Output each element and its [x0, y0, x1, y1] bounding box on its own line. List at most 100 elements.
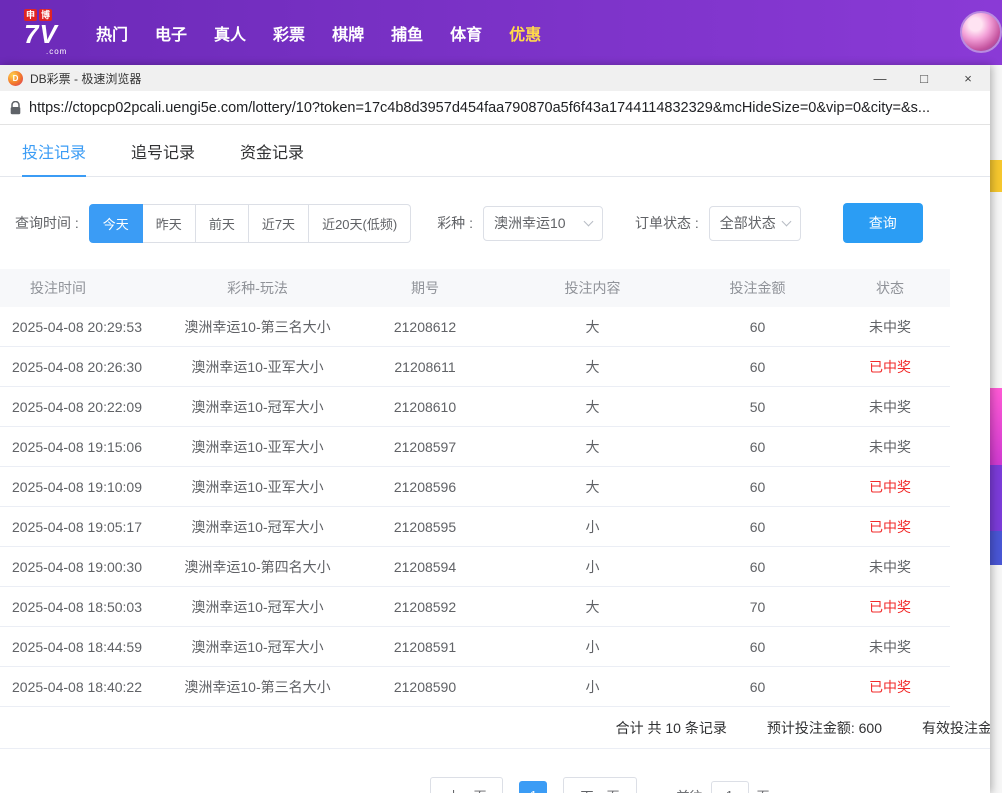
issue-number-cell: 21208591 [350, 639, 500, 655]
bet-content-cell: 大 [500, 357, 685, 377]
close-button[interactable]: × [946, 65, 990, 91]
pagination: 上一页 1 下一页 前往 页 [0, 777, 990, 793]
nav-item[interactable]: 真人 [214, 21, 246, 45]
bet-amount-cell: 50 [685, 399, 830, 415]
minimize-button[interactable]: — [858, 65, 902, 91]
table-header-cell: 投注金额 [685, 278, 830, 298]
issue-number-cell: 21208612 [350, 319, 500, 335]
table-row: 2025-04-08 19:10:09 澳洲幸运10-亚军大小 21208596… [0, 467, 950, 507]
bet-time-cell: 2025-04-08 19:00:30 [0, 559, 165, 575]
status-cell: 未中奖 [830, 317, 950, 337]
bet-records-table: 投注时间 彩种-玩法 期号 投注内容 投注金额 状态 2025-04-08 20… [0, 269, 990, 707]
lottery-play-cell: 澳洲幸运10-冠军大小 [165, 397, 350, 417]
total-records-text: 合计 共 10 条记录 [616, 718, 727, 738]
issue-number-cell: 21208610 [350, 399, 500, 415]
bet-content-cell: 小 [500, 557, 685, 577]
site-top-nav: 申 博 7V .com 热门 电子 真人 彩票 棋牌 捕鱼 体育 优惠 [0, 0, 1002, 65]
expected-amount-text: 预计投注金额: 600 [767, 718, 882, 738]
table-row: 2025-04-08 20:22:09 澳洲幸运10-冠军大小 21208610… [0, 387, 950, 427]
order-status-select[interactable]: 全部状态 [709, 206, 801, 241]
lottery-play-cell: 澳洲幸运10-第三名大小 [165, 677, 350, 697]
lottery-select[interactable]: 澳洲幸运10 [483, 206, 603, 241]
time-filter-button[interactable]: 昨天 [143, 204, 196, 243]
time-filter-button[interactable]: 前天 [196, 204, 249, 243]
next-page-button[interactable]: 下一页 [563, 777, 636, 793]
time-filter-button[interactable]: 近7天 [249, 204, 309, 243]
status-filter-label: 订单状态 : [635, 213, 699, 233]
tab[interactable]: 追号记录 [131, 125, 195, 176]
lottery-play-cell: 澳洲幸运10-冠军大小 [165, 517, 350, 537]
bet-time-cell: 2025-04-08 20:22:09 [0, 399, 165, 415]
time-filter-button[interactable]: 今天 [89, 204, 143, 243]
nav-item[interactable]: 电子 [155, 21, 187, 45]
nav-item[interactable]: 优惠 [509, 21, 541, 45]
tab[interactable]: 资金记录 [240, 125, 304, 176]
issue-number-cell: 21208611 [350, 359, 500, 375]
bet-content-cell: 大 [500, 437, 685, 457]
table-header-row: 投注时间 彩种-玩法 期号 投注内容 投注金额 状态 [0, 269, 950, 307]
strip-yellow-block [990, 160, 1002, 192]
page-number-current[interactable]: 1 [519, 781, 547, 793]
url-text[interactable]: https://ctopcp02pcali.uengi5e.com/lotter… [29, 100, 930, 116]
bet-amount-cell: 70 [685, 599, 830, 615]
maximize-button[interactable]: □ [902, 65, 946, 91]
nav-item[interactable]: 热门 [96, 21, 128, 45]
issue-number-cell: 21208592 [350, 599, 500, 615]
time-filter-button[interactable]: 近20天(低频) [309, 204, 411, 243]
status-cell: 已中奖 [830, 477, 950, 497]
issue-number-cell: 21208597 [350, 439, 500, 455]
bet-content-cell: 小 [500, 637, 685, 657]
lottery-select-value: 澳洲幸运10 [494, 213, 566, 233]
table-header-cell: 期号 [350, 278, 500, 298]
search-button[interactable]: 查询 [843, 203, 923, 243]
status-cell: 已中奖 [830, 357, 950, 377]
time-filter-group: 今天 昨天 前天 近7天 近20天(低频) [89, 204, 411, 243]
bet-time-cell: 2025-04-08 20:26:30 [0, 359, 165, 375]
bet-time-cell: 2025-04-08 19:10:09 [0, 479, 165, 495]
lottery-play-cell: 澳洲幸运10-冠军大小 [165, 637, 350, 657]
browser-title-bar[interactable]: D DB彩票 - 极速浏览器 — □ × [0, 65, 990, 91]
bet-time-cell: 2025-04-08 19:05:17 [0, 519, 165, 535]
browser-app-icon: D [8, 71, 23, 86]
bet-time-cell: 2025-04-08 18:50:03 [0, 599, 165, 615]
table-row: 2025-04-08 20:29:53 澳洲幸运10-第三名大小 2120861… [0, 307, 950, 347]
bet-content-cell: 小 [500, 677, 685, 697]
window-controls: — □ × [858, 65, 990, 91]
site-nav-items: 热门 电子 真人 彩票 棋牌 捕鱼 体育 优惠 [96, 21, 541, 45]
valid-amount-text: 有效投注金额 [922, 718, 990, 738]
bet-time-cell: 2025-04-08 19:15:06 [0, 439, 165, 455]
table-row: 2025-04-08 19:00:30 澳洲幸运10-第四名大小 2120859… [0, 547, 950, 587]
bet-time-cell: 2025-04-08 20:29:53 [0, 319, 165, 335]
issue-number-cell: 21208595 [350, 519, 500, 535]
logo-brand-text: 7V [24, 21, 82, 47]
bet-amount-cell: 60 [685, 679, 830, 695]
table-row: 2025-04-08 19:15:06 澳洲幸运10-亚军大小 21208597… [0, 427, 950, 467]
table-body: 2025-04-08 20:29:53 澳洲幸运10-第三名大小 2120861… [0, 307, 990, 707]
lottery-play-cell: 澳洲幸运10-亚军大小 [165, 357, 350, 377]
goto-label: 前往 [677, 786, 703, 793]
nav-item[interactable]: 棋牌 [332, 21, 364, 45]
site-logo[interactable]: 申 博 7V .com [24, 9, 82, 56]
strip-magenta-block [990, 388, 1002, 465]
user-avatar[interactable] [960, 11, 1002, 53]
bet-amount-cell: 60 [685, 439, 830, 455]
tab[interactable]: 投注记录 [22, 125, 86, 176]
table-row: 2025-04-08 19:05:17 澳洲幸运10-冠军大小 21208595… [0, 507, 950, 547]
nav-item[interactable]: 捕鱼 [391, 21, 423, 45]
goto-page-input[interactable] [711, 781, 749, 793]
table-header-cell: 投注内容 [500, 278, 685, 298]
address-bar[interactable]: https://ctopcp02pcali.uengi5e.com/lotter… [0, 91, 990, 125]
nav-item[interactable]: 体育 [450, 21, 482, 45]
nav-item[interactable]: 彩票 [273, 21, 305, 45]
issue-number-cell: 21208594 [350, 559, 500, 575]
background-page-strip [990, 65, 1002, 793]
status-cell: 已中奖 [830, 517, 950, 537]
logo-suffix-text: .com [46, 47, 82, 56]
status-cell: 已中奖 [830, 677, 950, 697]
bet-time-cell: 2025-04-08 18:40:22 [0, 679, 165, 695]
prev-page-button[interactable]: 上一页 [430, 777, 503, 793]
strip-purple-block [990, 465, 1002, 531]
table-header-cell: 投注时间 [0, 278, 165, 298]
time-filter-label: 查询时间 : [15, 213, 79, 233]
issue-number-cell: 21208590 [350, 679, 500, 695]
